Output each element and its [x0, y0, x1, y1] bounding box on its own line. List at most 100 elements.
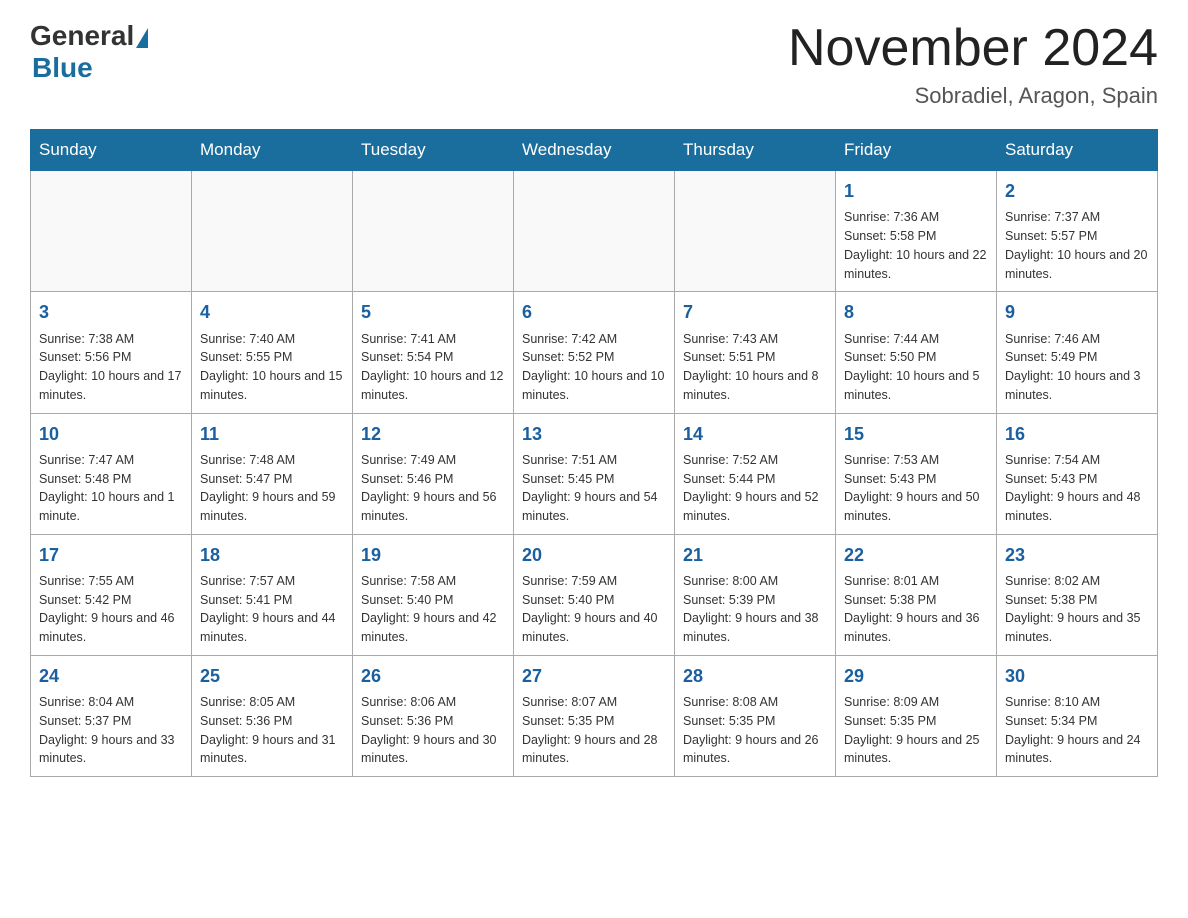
day-number: 5: [361, 300, 505, 325]
day-info: Sunrise: 7:55 AM Sunset: 5:42 PM Dayligh…: [39, 572, 183, 647]
weekday-header-sunday: Sunday: [31, 130, 192, 171]
week-row-5: 24 Sunrise: 8:04 AM Sunset: 5:37 PM Dayli…: [31, 655, 1158, 776]
day-number: 14: [683, 422, 827, 447]
day-info: Sunrise: 7:51 AM Sunset: 5:45 PM Dayligh…: [522, 451, 666, 526]
day-number: 21: [683, 543, 827, 568]
day-number: 8: [844, 300, 988, 325]
day-info: Sunrise: 7:37 AM Sunset: 5:57 PM Dayligh…: [1005, 208, 1149, 283]
calendar-cell: 22 Sunrise: 8:01 AM Sunset: 5:38 PM Dayli…: [836, 534, 997, 655]
calendar-cell: 3 Sunrise: 7:38 AM Sunset: 5:56 PM Daylig…: [31, 292, 192, 413]
calendar-cell: [514, 171, 675, 292]
day-info: Sunrise: 7:40 AM Sunset: 5:55 PM Dayligh…: [200, 330, 344, 405]
calendar-cell: 9 Sunrise: 7:46 AM Sunset: 5:49 PM Daylig…: [997, 292, 1158, 413]
day-info: Sunrise: 8:04 AM Sunset: 5:37 PM Dayligh…: [39, 693, 183, 768]
calendar-cell: 18 Sunrise: 7:57 AM Sunset: 5:41 PM Dayli…: [192, 534, 353, 655]
day-info: Sunrise: 7:49 AM Sunset: 5:46 PM Dayligh…: [361, 451, 505, 526]
calendar-cell: 2 Sunrise: 7:37 AM Sunset: 5:57 PM Daylig…: [997, 171, 1158, 292]
day-info: Sunrise: 8:05 AM Sunset: 5:36 PM Dayligh…: [200, 693, 344, 768]
calendar-cell: 19 Sunrise: 7:58 AM Sunset: 5:40 PM Dayli…: [353, 534, 514, 655]
day-number: 24: [39, 664, 183, 689]
day-number: 3: [39, 300, 183, 325]
weekday-header-monday: Monday: [192, 130, 353, 171]
calendar-cell: 6Sunrise: 7:42 AM Sunset: 5:52 PM Daylig…: [514, 292, 675, 413]
day-number: 10: [39, 422, 183, 447]
week-row-4: 17Sunrise: 7:55 AM Sunset: 5:42 PM Dayli…: [31, 534, 1158, 655]
day-number: 9: [1005, 300, 1149, 325]
logo-triangle-icon: [136, 28, 148, 48]
day-info: Sunrise: 8:06 AM Sunset: 5:36 PM Dayligh…: [361, 693, 505, 768]
day-number: 26: [361, 664, 505, 689]
day-info: Sunrise: 7:36 AM Sunset: 5:58 PM Dayligh…: [844, 208, 988, 283]
weekday-header-row: SundayMondayTuesdayWednesdayThursdayFrid…: [31, 130, 1158, 171]
day-info: Sunrise: 7:44 AM Sunset: 5:50 PM Dayligh…: [844, 330, 988, 405]
header-right: November 2024 Sobradiel, Aragon, Spain: [788, 20, 1158, 109]
week-row-2: 3 Sunrise: 7:38 AM Sunset: 5:56 PM Daylig…: [31, 292, 1158, 413]
calendar-table: SundayMondayTuesdayWednesdayThursdayFrid…: [30, 129, 1158, 777]
day-number: 15: [844, 422, 988, 447]
day-number: 11: [200, 422, 344, 447]
calendar-cell: 25Sunrise: 8:05 AM Sunset: 5:36 PM Dayli…: [192, 655, 353, 776]
week-row-3: 10Sunrise: 7:47 AM Sunset: 5:48 PM Dayli…: [31, 413, 1158, 534]
weekday-header-wednesday: Wednesday: [514, 130, 675, 171]
day-info: Sunrise: 8:02 AM Sunset: 5:38 PM Dayligh…: [1005, 572, 1149, 647]
calendar-cell: 8 Sunrise: 7:44 AM Sunset: 5:50 PM Daylig…: [836, 292, 997, 413]
day-number: 12: [361, 422, 505, 447]
day-info: Sunrise: 7:59 AM Sunset: 5:40 PM Dayligh…: [522, 572, 666, 647]
week-row-1: 1 Sunrise: 7:36 AM Sunset: 5:58 PM Daylig…: [31, 171, 1158, 292]
day-info: Sunrise: 7:52 AM Sunset: 5:44 PM Dayligh…: [683, 451, 827, 526]
calendar-cell: 1 Sunrise: 7:36 AM Sunset: 5:58 PM Daylig…: [836, 171, 997, 292]
day-info: Sunrise: 7:42 AM Sunset: 5:52 PM Dayligh…: [522, 330, 666, 405]
weekday-header-friday: Friday: [836, 130, 997, 171]
calendar-cell: [353, 171, 514, 292]
calendar-cell: 16Sunrise: 7:54 AM Sunset: 5:43 PM Dayli…: [997, 413, 1158, 534]
calendar-cell: 29 Sunrise: 8:09 AM Sunset: 5:35 PM Dayli…: [836, 655, 997, 776]
calendar-cell: 30 Sunrise: 8:10 AM Sunset: 5:34 PM Dayli…: [997, 655, 1158, 776]
day-number: 2: [1005, 179, 1149, 204]
calendar-cell: 12 Sunrise: 7:49 AM Sunset: 5:46 PM Dayli…: [353, 413, 514, 534]
weekday-header-saturday: Saturday: [997, 130, 1158, 171]
logo-general-text: General: [30, 20, 134, 52]
calendar-cell: [192, 171, 353, 292]
day-number: 4: [200, 300, 344, 325]
day-info: Sunrise: 7:58 AM Sunset: 5:40 PM Dayligh…: [361, 572, 505, 647]
calendar-cell: 14 Sunrise: 7:52 AM Sunset: 5:44 PM Dayli…: [675, 413, 836, 534]
calendar-cell: 24 Sunrise: 8:04 AM Sunset: 5:37 PM Dayli…: [31, 655, 192, 776]
calendar-cell: 17Sunrise: 7:55 AM Sunset: 5:42 PM Dayli…: [31, 534, 192, 655]
day-info: Sunrise: 8:09 AM Sunset: 5:35 PM Dayligh…: [844, 693, 988, 768]
day-number: 13: [522, 422, 666, 447]
day-info: Sunrise: 7:38 AM Sunset: 5:56 PM Dayligh…: [39, 330, 183, 405]
day-number: 18: [200, 543, 344, 568]
day-info: Sunrise: 7:43 AM Sunset: 5:51 PM Dayligh…: [683, 330, 827, 405]
calendar-cell: 21Sunrise: 8:00 AM Sunset: 5:39 PM Dayli…: [675, 534, 836, 655]
day-number: 16: [1005, 422, 1149, 447]
logo: General Blue: [30, 20, 148, 84]
day-number: 20: [522, 543, 666, 568]
day-number: 19: [361, 543, 505, 568]
day-number: 30: [1005, 664, 1149, 689]
day-info: Sunrise: 7:46 AM Sunset: 5:49 PM Dayligh…: [1005, 330, 1149, 405]
month-title: November 2024: [788, 20, 1158, 77]
calendar-cell: 10Sunrise: 7:47 AM Sunset: 5:48 PM Dayli…: [31, 413, 192, 534]
weekday-header-tuesday: Tuesday: [353, 130, 514, 171]
day-number: 29: [844, 664, 988, 689]
day-number: 7: [683, 300, 827, 325]
calendar-cell: 23Sunrise: 8:02 AM Sunset: 5:38 PM Dayli…: [997, 534, 1158, 655]
day-info: Sunrise: 8:10 AM Sunset: 5:34 PM Dayligh…: [1005, 693, 1149, 768]
day-info: Sunrise: 7:48 AM Sunset: 5:47 PM Dayligh…: [200, 451, 344, 526]
weekday-header-thursday: Thursday: [675, 130, 836, 171]
logo-blue-text: Blue: [32, 52, 93, 84]
calendar-cell: 26 Sunrise: 8:06 AM Sunset: 5:36 PM Dayli…: [353, 655, 514, 776]
day-info: Sunrise: 7:57 AM Sunset: 5:41 PM Dayligh…: [200, 572, 344, 647]
day-info: Sunrise: 8:01 AM Sunset: 5:38 PM Dayligh…: [844, 572, 988, 647]
calendar-cell: 7 Sunrise: 7:43 AM Sunset: 5:51 PM Daylig…: [675, 292, 836, 413]
calendar-cell: [675, 171, 836, 292]
day-info: Sunrise: 7:53 AM Sunset: 5:43 PM Dayligh…: [844, 451, 988, 526]
day-number: 22: [844, 543, 988, 568]
calendar-cell: 27Sunrise: 8:07 AM Sunset: 5:35 PM Dayli…: [514, 655, 675, 776]
calendar-cell: [31, 171, 192, 292]
day-info: Sunrise: 8:08 AM Sunset: 5:35 PM Dayligh…: [683, 693, 827, 768]
day-number: 1: [844, 179, 988, 204]
day-number: 27: [522, 664, 666, 689]
calendar-cell: 13 Sunrise: 7:51 AM Sunset: 5:45 PM Dayli…: [514, 413, 675, 534]
page-header: General Blue November 2024 Sobradiel, Ar…: [30, 20, 1158, 109]
